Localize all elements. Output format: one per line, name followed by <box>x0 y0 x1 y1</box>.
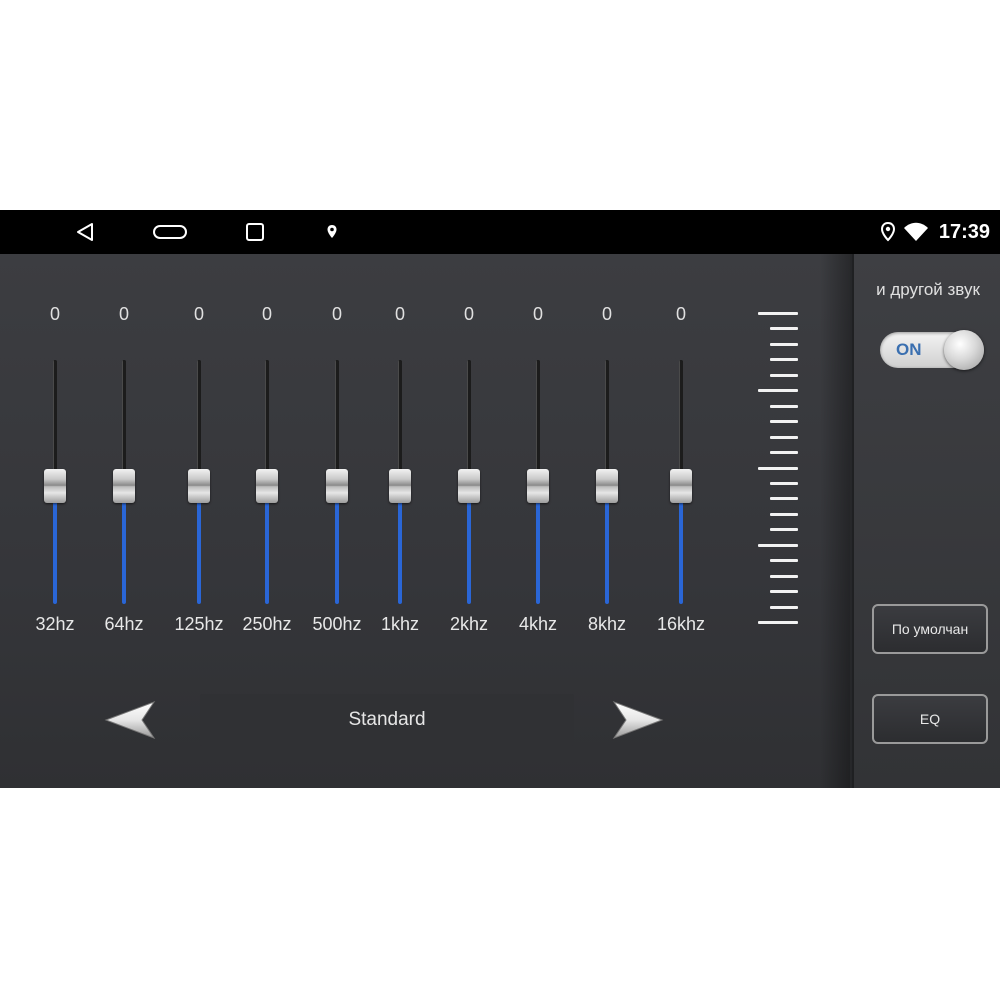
band-value: 0 <box>49 304 60 324</box>
band-track-empty <box>53 360 57 482</box>
location-pin-icon <box>327 225 337 238</box>
scale-tick <box>770 606 798 609</box>
band-value: 0 <box>601 304 612 324</box>
preset-name: Standard <box>348 709 426 730</box>
band-frequency-label: 4khz <box>518 614 558 634</box>
band-thumb[interactable] <box>389 469 411 503</box>
band-frequency-label: 1khz <box>380 614 420 634</box>
band-track-empty <box>605 360 609 482</box>
band-frequency-label: 64hz <box>104 614 144 634</box>
scale-tick <box>770 528 798 531</box>
scale-tick <box>758 389 798 392</box>
band-slider[interactable]: 0 32hz <box>25 254 85 694</box>
band-frequency-label: 32hz <box>35 614 75 634</box>
back-icon <box>77 223 93 241</box>
band-slider[interactable]: 0 16khz <box>651 254 711 694</box>
band-slider[interactable]: 0 250hz <box>237 254 297 694</box>
prev-preset-button[interactable] <box>102 696 158 744</box>
eq-button[interactable]: EQ <box>872 694 988 744</box>
clock: 17:39 <box>938 220 990 243</box>
band-value: 0 <box>463 304 474 324</box>
scale-tick <box>770 482 798 485</box>
band-track-empty <box>265 360 269 482</box>
band-thumb[interactable] <box>670 469 692 503</box>
equalizer-screen: 17:39 0 32hz 0 64hz 0 125hz 0 250hz 0 500hz 0 1khz 0… <box>0 210 1000 788</box>
band-value: 0 <box>532 304 543 324</box>
band-value: 0 <box>193 304 204 324</box>
band-thumb[interactable] <box>44 469 66 503</box>
scale-tick <box>770 405 798 408</box>
scale-tick <box>758 312 798 315</box>
band-track-empty <box>398 360 402 482</box>
band-value: 0 <box>118 304 129 324</box>
band-value: 0 <box>675 304 686 324</box>
toggle-label: ON <box>896 340 922 359</box>
band-thumb[interactable] <box>256 469 278 503</box>
status-icons: 17:39 <box>879 210 990 254</box>
other-sound-label: и другой звук <box>876 280 980 299</box>
status-bar: 17:39 <box>0 210 1000 254</box>
scale-tick <box>758 544 798 547</box>
band-value: 0 <box>261 304 272 324</box>
scale-tick <box>770 575 798 578</box>
scale-tick <box>770 559 798 562</box>
scale-tick <box>758 467 798 470</box>
band-frequency-label: 8khz <box>587 614 627 634</box>
next-preset-button[interactable] <box>610 696 666 744</box>
band-track-empty <box>335 360 339 482</box>
default-button[interactable]: По умолчан <box>872 604 988 654</box>
band-track-empty <box>467 360 471 482</box>
scale-tick <box>770 497 798 500</box>
band-frequency-label: 16khz <box>656 614 706 634</box>
scale-tick <box>758 621 798 624</box>
scale-tick <box>770 374 798 377</box>
band-slider[interactable]: 0 125hz <box>169 254 229 694</box>
band-value: 0 <box>394 304 405 324</box>
scale-tick <box>770 590 798 593</box>
band-thumb[interactable] <box>113 469 135 503</box>
recents-icon <box>246 223 264 241</box>
scale-tick <box>770 513 798 516</box>
band-thumb[interactable] <box>326 469 348 503</box>
scale-tick <box>770 436 798 439</box>
band-track-empty <box>536 360 540 482</box>
band-frequency-label: 250hz <box>242 614 292 634</box>
band-frequency-label: 2khz <box>449 614 489 634</box>
band-track-empty <box>197 360 201 482</box>
band-track-empty <box>679 360 683 482</box>
home-button[interactable] <box>148 210 192 254</box>
recents-button[interactable] <box>240 210 270 254</box>
scale-tick <box>770 420 798 423</box>
band-thumb[interactable] <box>527 469 549 503</box>
wifi-icon <box>903 222 928 241</box>
band-track-empty <box>122 360 126 482</box>
location-icon <box>880 221 895 242</box>
back-button[interactable] <box>70 210 100 254</box>
band-slider[interactable]: 0 2khz <box>439 254 499 694</box>
band-thumb[interactable] <box>596 469 618 503</box>
band-slider[interactable]: 0 500hz <box>307 254 367 694</box>
band-value: 0 <box>331 304 342 324</box>
side-panel: и другой звук ON По умолчан EQ <box>852 254 1000 788</box>
other-sound-toggle[interactable]: ON <box>880 330 984 370</box>
scale-tick <box>770 451 798 454</box>
panel-divider-shadow <box>820 254 852 788</box>
preset-display: Standard <box>200 694 574 746</box>
band-thumb[interactable] <box>188 469 210 503</box>
scale-tick <box>770 327 798 330</box>
scale-tick <box>770 358 798 361</box>
level-scale <box>756 312 798 624</box>
band-slider[interactable]: 0 8khz <box>577 254 637 694</box>
equalizer-panel: 0 32hz 0 64hz 0 125hz 0 250hz 0 500hz 0 1khz 0 2khz 0 4… <box>0 254 850 788</box>
band-thumb[interactable] <box>458 469 480 503</box>
toggle-knob[interactable] <box>944 330 984 370</box>
home-icon <box>153 225 187 239</box>
band-slider[interactable]: 0 4khz <box>508 254 568 694</box>
scale-tick <box>770 343 798 346</box>
band-slider[interactable]: 0 64hz <box>94 254 154 694</box>
band-slider[interactable]: 0 1khz <box>370 254 430 694</box>
